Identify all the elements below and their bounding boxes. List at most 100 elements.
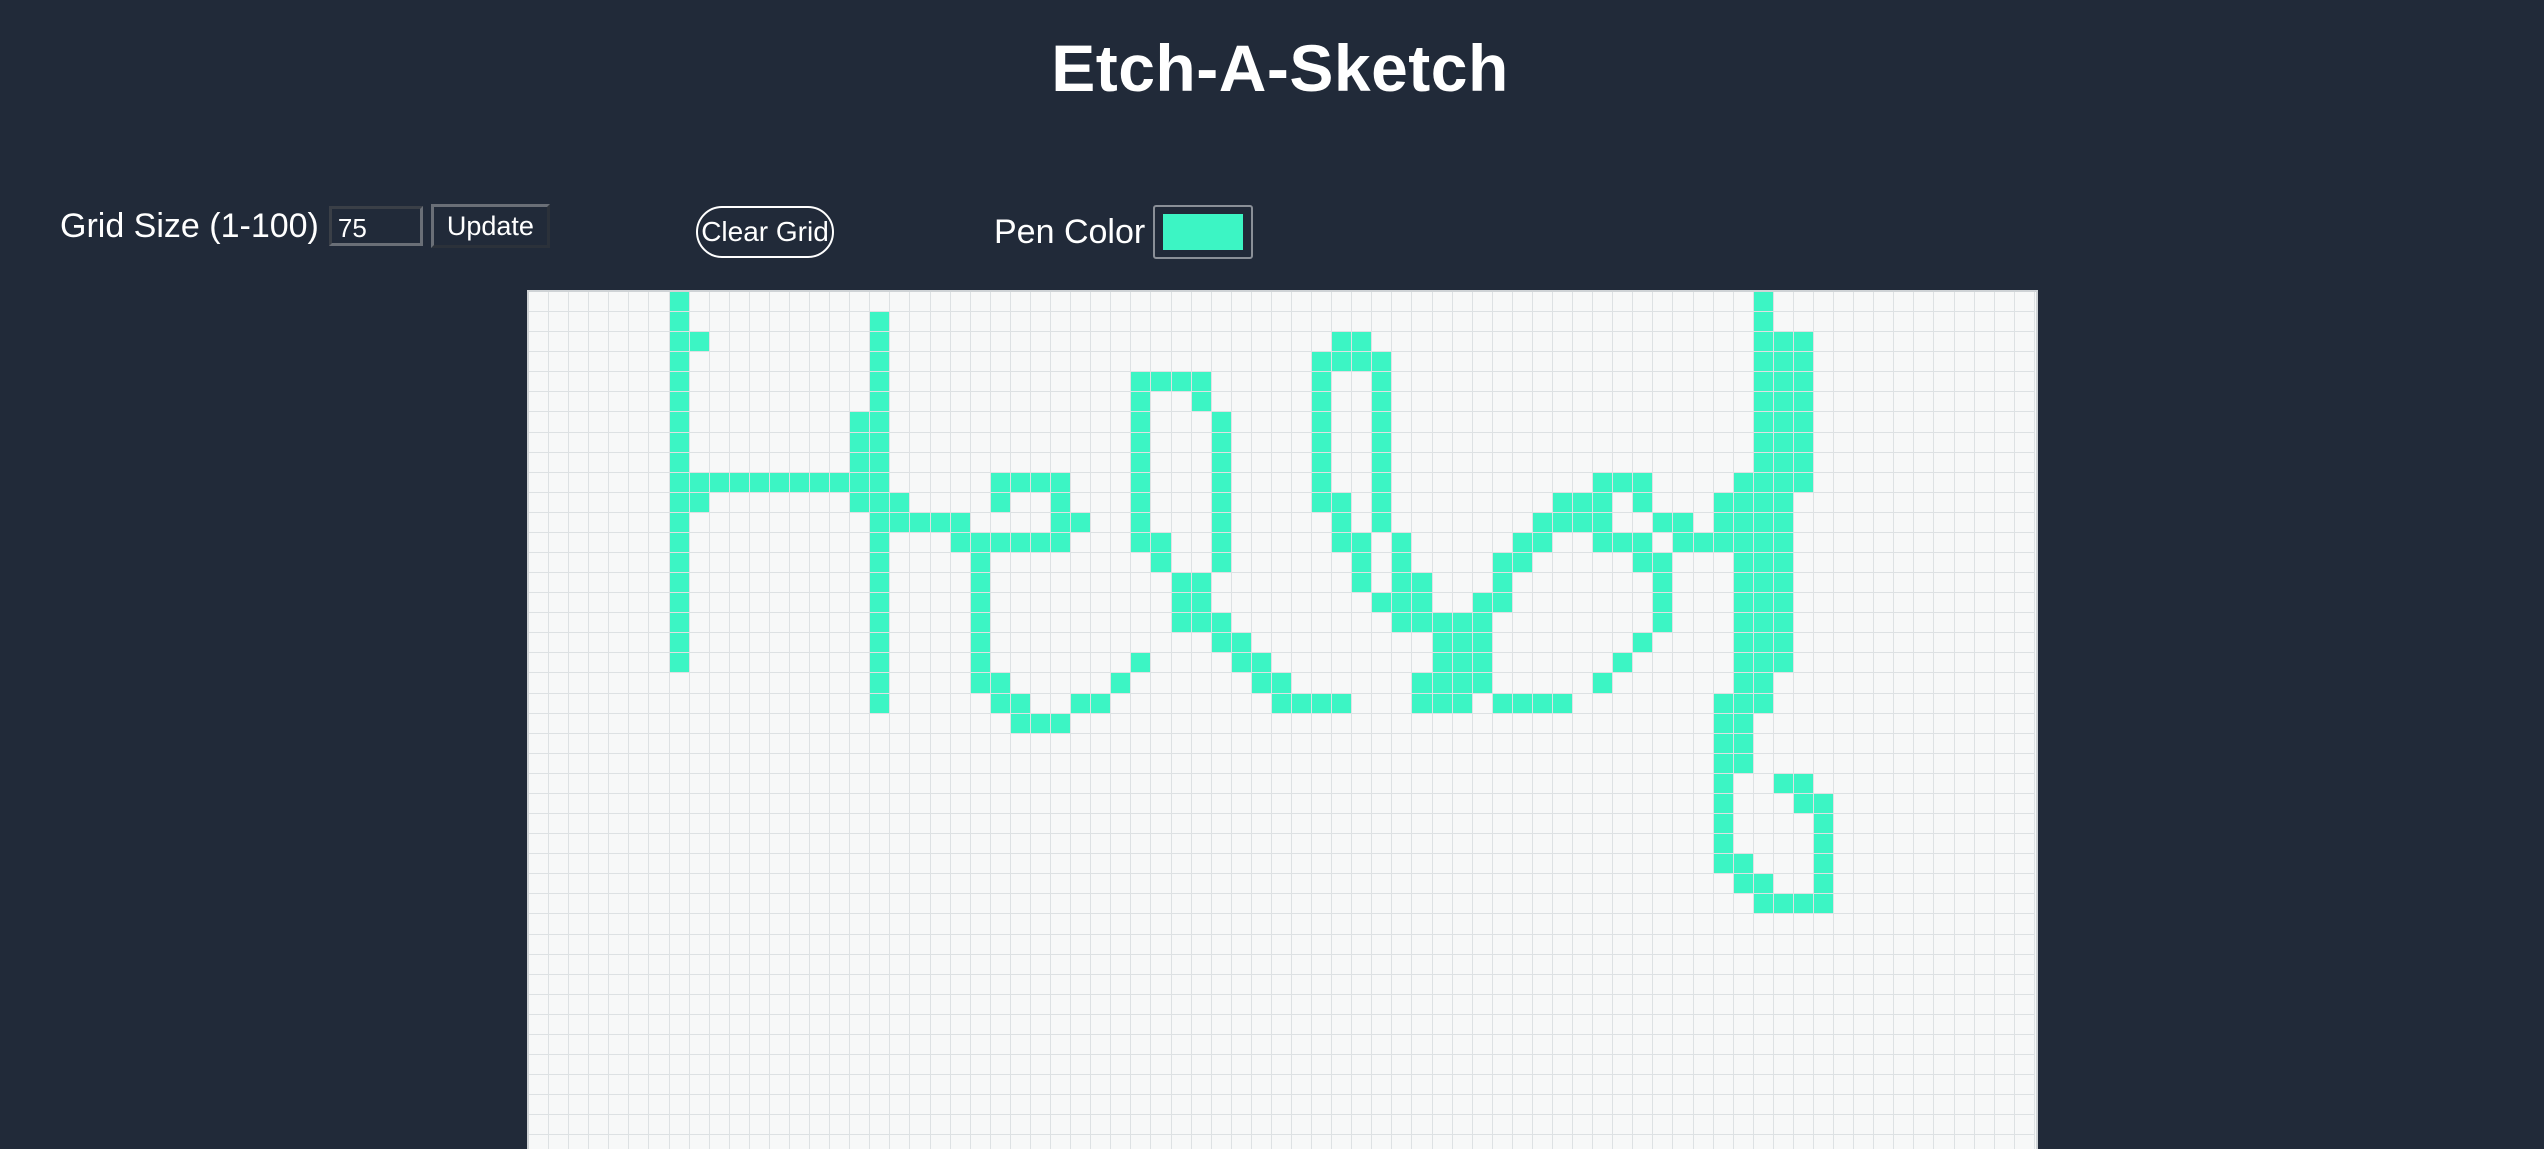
grid-cell[interactable]	[669, 633, 690, 654]
grid-cell[interactable]	[1211, 653, 1232, 674]
grid-cell[interactable]	[950, 773, 971, 794]
grid-cell[interactable]	[850, 894, 871, 915]
grid-cell[interactable]	[830, 392, 851, 413]
grid-cell[interactable]	[1753, 773, 1774, 794]
grid-cell[interactable]	[589, 633, 610, 654]
grid-cell[interactable]	[1673, 1054, 1694, 1076]
grid-cell[interactable]	[1191, 1095, 1212, 1116]
grid-cell[interactable]	[850, 352, 871, 373]
grid-cell[interactable]	[1934, 834, 1955, 855]
grid-cell[interactable]	[1392, 1095, 1413, 1116]
grid-cell[interactable]	[1151, 894, 1172, 915]
grid-cell[interactable]	[1934, 793, 1955, 815]
grid-cell[interactable]	[1753, 693, 1774, 714]
grid-cell[interactable]	[1051, 713, 1072, 734]
grid-cell[interactable]	[1352, 1034, 1373, 1055]
grid-cell[interactable]	[1773, 452, 1794, 473]
grid-cell[interactable]	[1352, 1054, 1373, 1076]
grid-cell[interactable]	[1071, 653, 1092, 674]
grid-cell[interactable]	[1573, 472, 1594, 493]
grid-cell[interactable]	[1733, 673, 1754, 694]
grid-cell[interactable]	[1452, 432, 1473, 453]
grid-cell[interactable]	[1452, 673, 1473, 694]
grid-cell[interactable]	[1251, 653, 1272, 674]
grid-cell[interactable]	[1773, 312, 1794, 333]
grid-cell[interactable]	[749, 312, 770, 333]
grid-cell[interactable]	[1713, 573, 1734, 594]
grid-cell[interactable]	[870, 1075, 891, 1096]
grid-cell[interactable]	[1733, 292, 1754, 313]
grid-cell[interactable]	[749, 532, 770, 554]
grid-cell[interactable]	[1994, 773, 2015, 794]
grid-cell[interactable]	[1512, 372, 1533, 393]
grid-cell[interactable]	[810, 1034, 831, 1055]
grid-cell[interactable]	[1653, 713, 1674, 734]
grid-cell[interactable]	[1010, 894, 1031, 915]
grid-cell[interactable]	[629, 814, 650, 835]
grid-cell[interactable]	[1512, 512, 1533, 533]
grid-cell[interactable]	[1131, 954, 1152, 975]
grid-cell[interactable]	[1552, 1115, 1574, 1136]
grid-cell[interactable]	[1573, 312, 1594, 333]
grid-cell[interactable]	[1733, 954, 1754, 975]
grid-cell[interactable]	[1372, 1014, 1393, 1035]
grid-cell[interactable]	[810, 472, 831, 493]
grid-cell[interactable]	[1974, 854, 1995, 875]
grid-cell[interactable]	[1472, 492, 1493, 513]
grid-cell[interactable]	[1030, 1095, 1052, 1116]
grid-cell[interactable]	[1573, 1135, 1594, 1149]
grid-cell[interactable]	[1291, 392, 1313, 413]
grid-cell[interactable]	[1211, 312, 1232, 333]
grid-cell[interactable]	[589, 693, 610, 714]
grid-cell[interactable]	[870, 713, 891, 734]
grid-cell[interactable]	[1573, 352, 1594, 373]
grid-cell[interactable]	[1492, 1034, 1513, 1055]
grid-cell[interactable]	[1994, 934, 2015, 955]
grid-cell[interactable]	[1552, 653, 1574, 674]
grid-cell[interactable]	[1271, 854, 1292, 875]
grid-cell[interactable]	[1251, 1014, 1272, 1035]
grid-cell[interactable]	[749, 974, 770, 995]
grid-cell[interactable]	[950, 1095, 971, 1116]
grid-cell[interactable]	[1874, 773, 1895, 794]
grid-cell[interactable]	[709, 954, 730, 975]
grid-cell[interactable]	[910, 553, 931, 574]
grid-cell[interactable]	[1793, 773, 1814, 794]
grid-cell[interactable]	[1472, 894, 1493, 915]
grid-cell[interactable]	[1051, 472, 1072, 493]
grid-cell[interactable]	[529, 954, 550, 975]
grid-cell[interactable]	[1412, 512, 1433, 533]
grid-cell[interactable]	[1492, 834, 1513, 855]
grid-cell[interactable]	[1352, 854, 1373, 875]
grid-cell[interactable]	[1974, 593, 1995, 614]
grid-cell[interactable]	[2014, 994, 2035, 1015]
grid-cell[interactable]	[1332, 492, 1353, 513]
grid-cell[interactable]	[1071, 834, 1092, 855]
grid-cell[interactable]	[990, 532, 1011, 554]
grid-cell[interactable]	[1071, 894, 1092, 915]
grid-cell[interactable]	[1452, 492, 1473, 513]
grid-cell[interactable]	[1552, 372, 1574, 393]
grid-cell[interactable]	[1412, 713, 1433, 734]
grid-cell[interactable]	[669, 1014, 690, 1035]
grid-cell[interactable]	[930, 472, 951, 493]
grid-cell[interactable]	[1191, 914, 1212, 935]
grid-cell[interactable]	[1392, 733, 1413, 754]
grid-cell[interactable]	[1111, 974, 1132, 995]
grid-cell[interactable]	[1773, 1014, 1794, 1035]
grid-cell[interactable]	[1011, 1135, 1031, 1149]
grid-cell[interactable]	[629, 653, 650, 674]
grid-cell[interactable]	[749, 512, 770, 533]
grid-cell[interactable]	[1030, 372, 1052, 393]
grid-cell[interactable]	[1251, 332, 1272, 353]
grid-cell[interactable]	[790, 914, 811, 935]
grid-cell[interactable]	[890, 312, 911, 333]
grid-cell[interactable]	[910, 1135, 931, 1149]
grid-cell[interactable]	[569, 1095, 590, 1116]
grid-cell[interactable]	[629, 492, 650, 513]
grid-cell[interactable]	[1231, 854, 1252, 875]
grid-cell[interactable]	[1412, 994, 1433, 1015]
grid-cell[interactable]	[1191, 512, 1212, 533]
grid-cell[interactable]	[810, 452, 831, 473]
grid-cell[interactable]	[1271, 814, 1292, 835]
